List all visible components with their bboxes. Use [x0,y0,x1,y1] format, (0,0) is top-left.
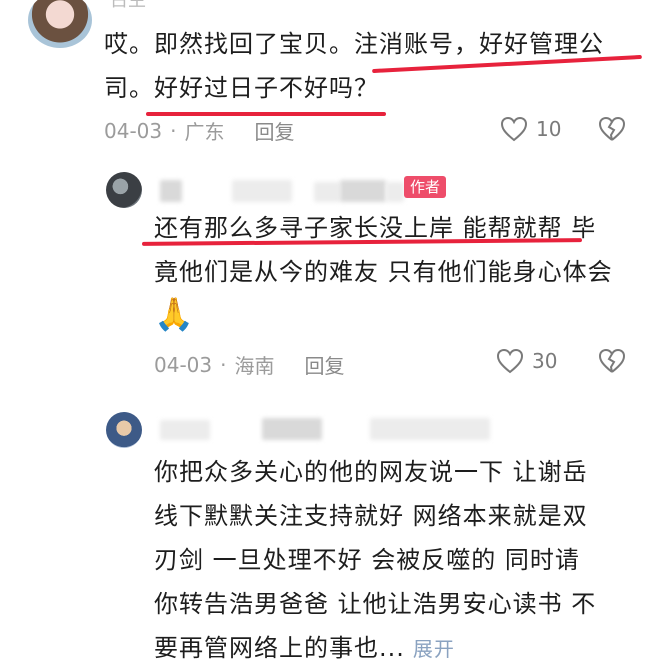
like-button[interactable]: 30 [496,348,557,374]
heart-icon [496,348,524,374]
comment-text-line: 哎。即然找回了宝贝。注消账号，好好管理公 [104,30,604,58]
avatar[interactable] [106,172,142,208]
like-count: 30 [532,349,558,373]
comment-text-line: 要再管网络上的事也... [154,634,405,662]
like-count: 10 [536,117,562,141]
heart-icon [500,116,528,142]
author-badge: 作者 [404,176,447,198]
reply-button[interactable]: 回复 [254,116,294,145]
redacted-name [340,180,386,202]
redacted-name [160,420,210,440]
comment-location: 海南 [234,354,275,378]
comment-meta: 04-03 · 广东 回复 [104,116,294,145]
comment-date: 04-03 [104,118,163,143]
redacted-name [232,180,292,202]
avatar[interactable] [28,0,92,48]
comment-text-line: 线下默默关注支持就好 网络本来就是双 [154,502,588,530]
broken-heart-icon[interactable] [598,116,626,142]
author-name[interactable]: 古主 [110,0,146,12]
separator-dot: · [220,352,227,377]
comment-text-line: 你把众多关心的他的网友说一下 让谢岳 [154,458,588,486]
redacted-name [370,418,490,440]
comment-date: 04-03 [154,352,213,377]
like-button[interactable]: 10 [500,116,561,142]
comment-text-line: 司。好好过日子不好吗？ [104,74,379,102]
reply-button[interactable]: 回复 [304,350,344,379]
comment-text-line: 竟他们是从今的难友 只有他们能身心体会 [154,258,613,286]
comment-meta: 04-03 · 海南 回复 [154,350,344,379]
separator-dot: · [170,118,177,143]
redacted-name [314,182,340,202]
broken-heart-icon[interactable] [598,348,626,374]
expand-button[interactable]: 展开 [413,637,455,661]
redacted-name [386,182,404,202]
avatar[interactable] [106,412,142,448]
redacted-name [262,418,322,440]
comment-text-line: 刃剑 一旦处理不好 会被反噬的 同时请 [154,546,580,574]
comment-text-line: 你转告浩男爸爸 让他让浩男安心读书 不 [154,590,597,618]
redacted-name [160,180,182,202]
comment-location: 广东 [184,120,225,144]
praying-hands-emoji: 🙏 [154,295,194,333]
comment-text-line-last: 要再管网络上的事也... 展开 [154,626,455,671]
